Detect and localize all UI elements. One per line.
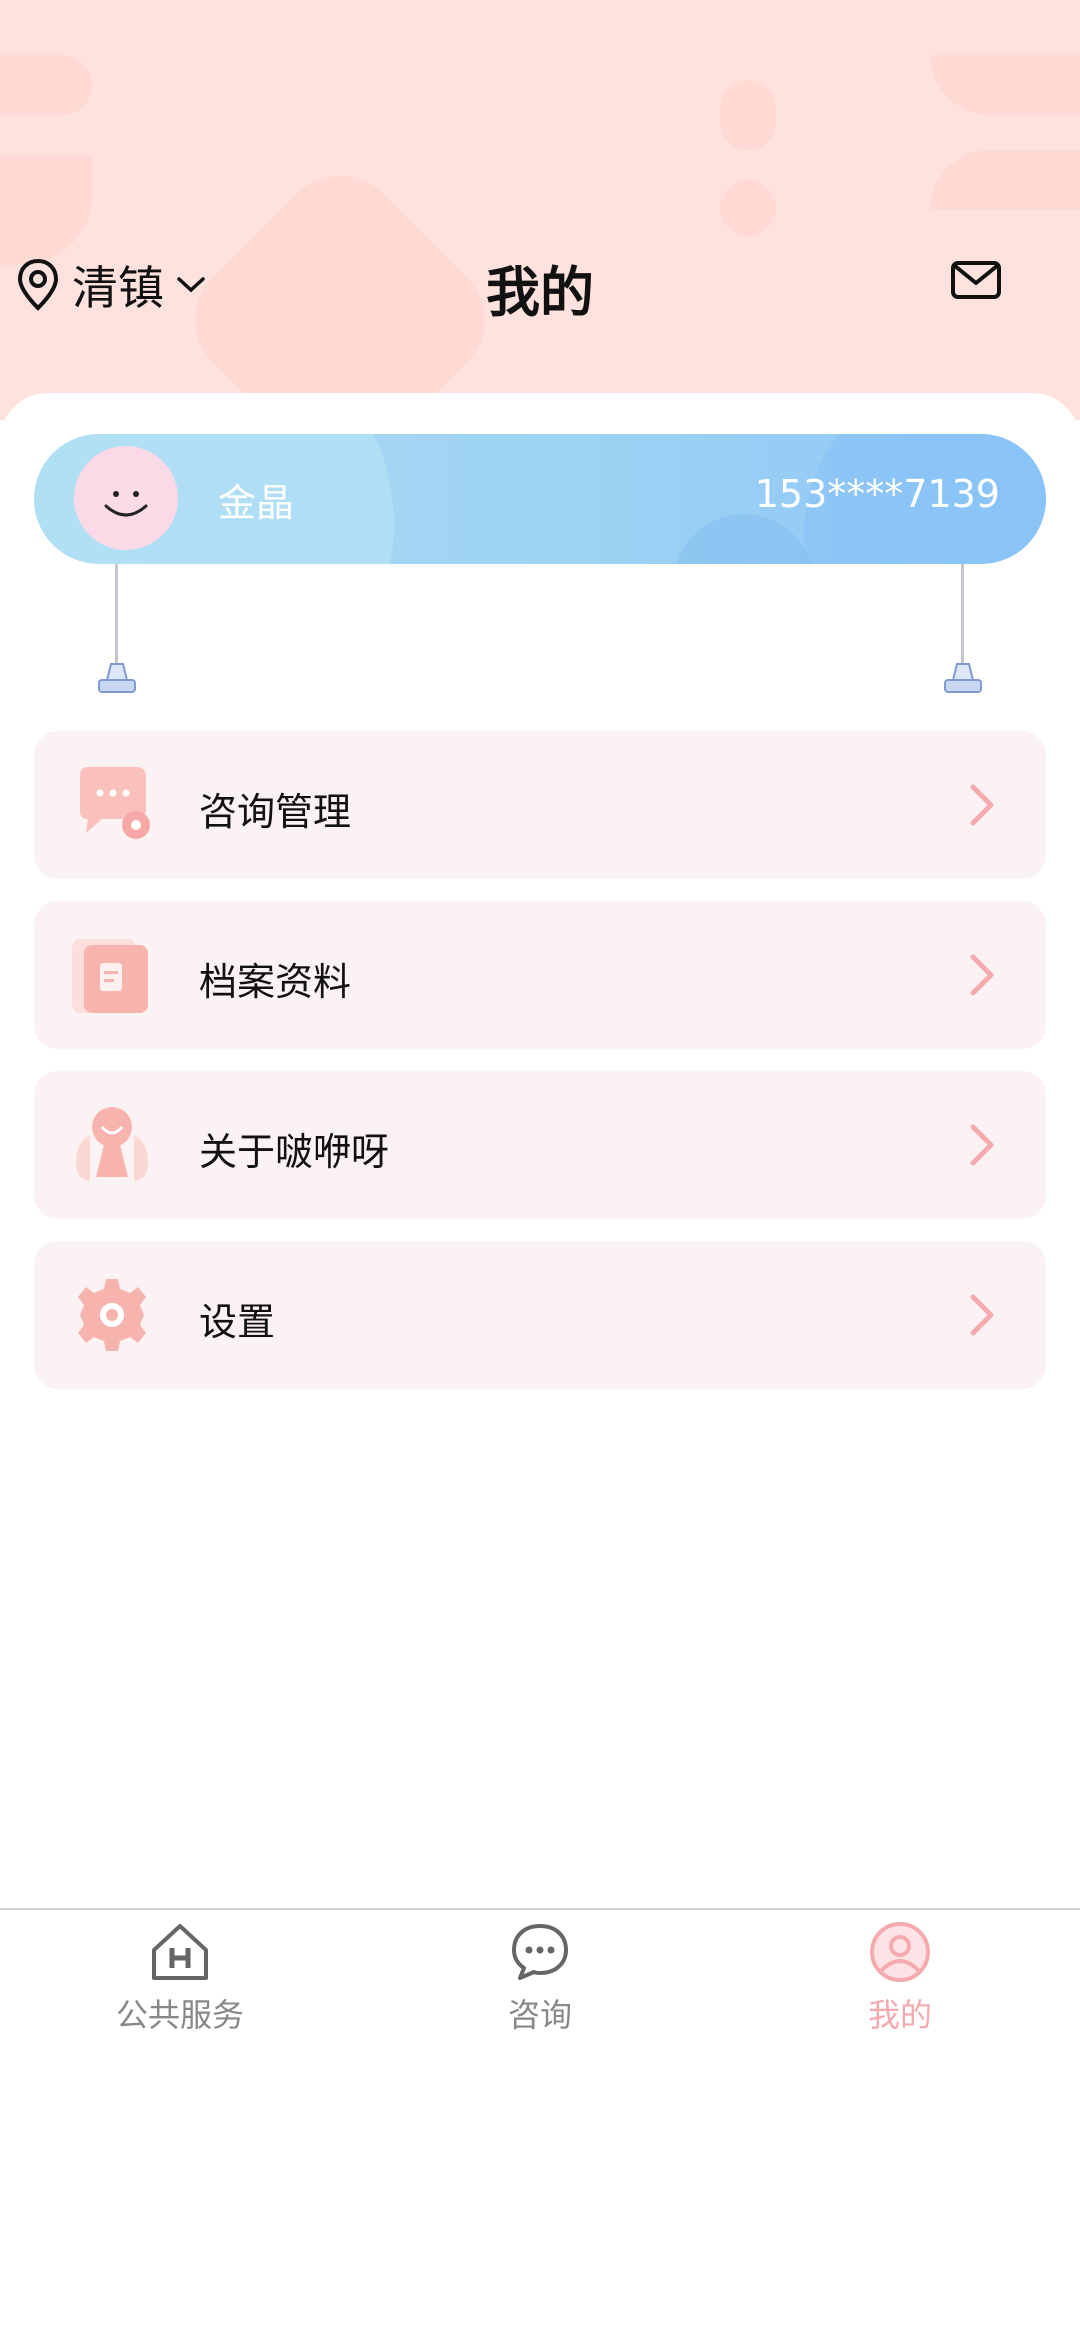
location-label: 清镇 (72, 261, 164, 315)
menu-item-archive[interactable]: 档案资料 (34, 901, 1046, 1049)
bottom-tab-bar: 公共服务 咨询 我的 (0, 1908, 1080, 2050)
tab-label: 公共服务 (115, 1996, 244, 2034)
menu-item-consult-management[interactable]: 咨询管理 (34, 731, 1046, 879)
mail-icon[interactable] (950, 258, 1002, 302)
user-phone: 153****7139 (754, 472, 1000, 516)
tab-label: 咨询 (507, 1996, 572, 2034)
tab-consult[interactable]: 咨询 (360, 1910, 720, 2050)
document-icon (72, 939, 148, 1013)
card-decoration (674, 514, 814, 564)
header-decoration (930, 150, 1080, 210)
header-decoration (720, 80, 776, 150)
menu-item-label: 设置 (199, 1300, 276, 1344)
header-decoration (0, 55, 92, 115)
clip-icon (944, 663, 982, 693)
menu-item-label: 关于啵咿呀 (199, 1130, 390, 1174)
clip-icon (98, 663, 136, 693)
header-decoration (930, 55, 1080, 115)
chevron-down-icon (177, 277, 205, 293)
chevron-right-icon (970, 954, 994, 996)
location-pin-icon (17, 258, 59, 311)
chat-bubble-icon (512, 1924, 568, 1980)
header-background (0, 0, 1080, 420)
chevron-right-icon (970, 1124, 994, 1166)
location-selector[interactable]: 清镇 (16, 252, 206, 318)
profile-icon (870, 1922, 930, 1982)
avatar[interactable] (74, 446, 178, 550)
menu-item-about[interactable]: 关于啵咿呀 (34, 1071, 1046, 1219)
gear-icon (78, 1279, 146, 1351)
user-name: 金晶 (218, 481, 295, 525)
menu-item-label: 档案资料 (199, 960, 352, 1004)
about-icon (76, 1107, 148, 1181)
smiley-face-icon (104, 491, 148, 517)
header-decoration (720, 180, 776, 236)
home-icon (152, 1924, 208, 1980)
chevron-right-icon (970, 1294, 994, 1336)
tab-mine[interactable]: 我的 (720, 1910, 1080, 2050)
chevron-right-icon (970, 784, 994, 826)
chat-gear-icon (80, 767, 150, 839)
card-hanger-rope (115, 564, 118, 672)
tab-label: 我的 (867, 1996, 932, 2034)
tab-public-service[interactable]: 公共服务 (0, 1910, 360, 2050)
card-hanger-rope (961, 564, 964, 672)
top-bar: 我的 清镇 (0, 230, 1080, 330)
menu-item-settings[interactable]: 设置 (34, 1241, 1046, 1389)
menu-item-label: 咨询管理 (199, 790, 352, 834)
